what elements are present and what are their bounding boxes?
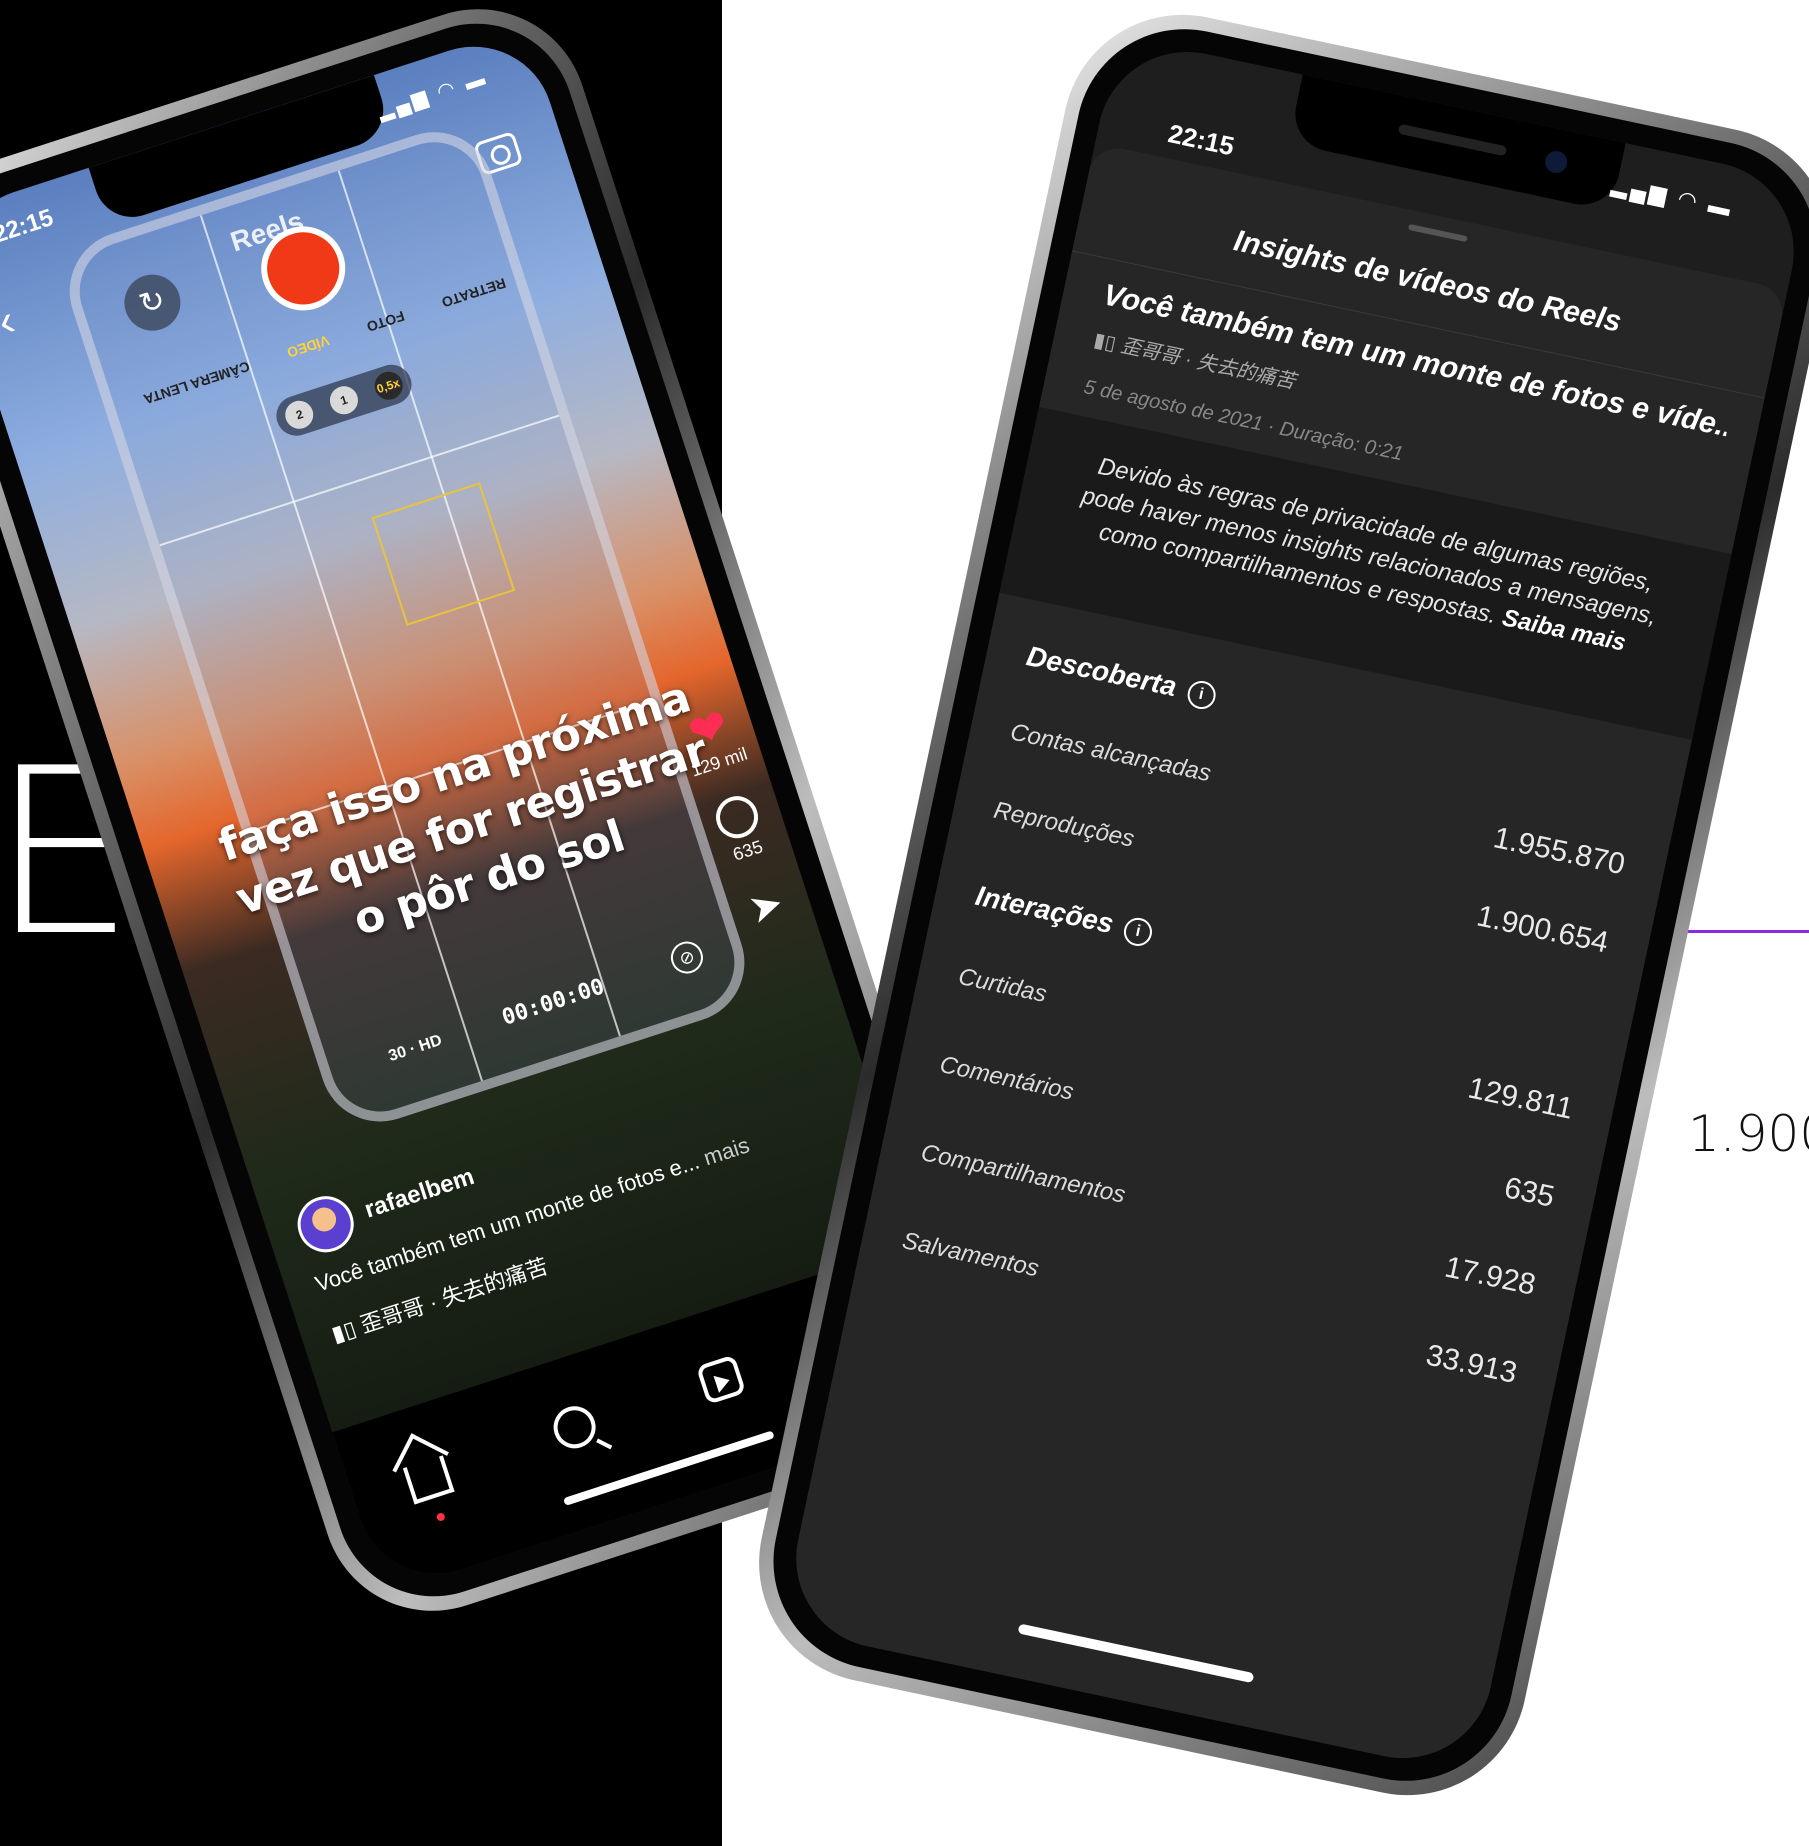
nav-search[interactable] — [537, 1390, 613, 1466]
author-name[interactable]: rafaelbem — [361, 1163, 477, 1225]
avatar[interactable] — [290, 1188, 361, 1260]
mute-icon: ⊘ — [666, 937, 708, 978]
zoom-option-active: 0,5x — [370, 368, 406, 404]
reels-icon — [696, 1354, 747, 1405]
info-icon[interactable]: i — [1184, 677, 1218, 712]
grid-line — [159, 414, 560, 547]
mode-label: RETRATO — [439, 275, 508, 311]
section-discovery: Descoberta i — [1023, 640, 1219, 712]
metric-label: Compartilhamentos — [918, 1139, 1128, 1209]
zoom-option: 2 — [281, 397, 318, 433]
record-icon — [250, 215, 357, 322]
highlight-number: 1.900 — [1688, 1105, 1809, 1163]
metric-value: 1.955.870 — [1490, 821, 1628, 882]
nav-home[interactable] — [390, 1437, 466, 1522]
metric-label: Comentários — [937, 1050, 1077, 1106]
metric-label: Reproduções — [991, 796, 1137, 853]
metric-label: Salvamentos — [899, 1227, 1042, 1283]
status-time: 22:15 — [1165, 118, 1237, 162]
mode-label: FOTO — [364, 307, 407, 336]
info-icon[interactable]: i — [1121, 914, 1155, 949]
nav-reels[interactable] — [683, 1342, 759, 1418]
search-icon — [547, 1400, 601, 1454]
metric-value: 33.913 — [1423, 1338, 1520, 1390]
section-title: Descoberta — [1023, 640, 1180, 703]
section-title: Interações — [972, 879, 1117, 940]
metric-row: Contas alcançadas 1.955.870 — [1007, 718, 1628, 882]
status-time: 22:15 — [0, 204, 57, 249]
metric-row: Reproduções 1.900.654 — [990, 797, 1611, 961]
zoom-selector: 2 1 0,5x — [271, 359, 417, 441]
section-interactions: Interações i — [973, 880, 1156, 949]
metric-label: Curtidas — [956, 962, 1050, 1008]
sheet-grabber[interactable] — [1407, 223, 1468, 243]
share-icon[interactable]: ➤ — [726, 875, 806, 938]
home-icon — [403, 1455, 455, 1505]
status-icons: ▂▄▆ ◠ ▬ — [1609, 171, 1736, 222]
flip-camera-icon: ↻ — [117, 267, 188, 338]
metric-value: 129.811 — [1465, 1071, 1576, 1126]
recording-timer: 00:00:00 — [499, 974, 608, 1031]
metric-value: 17.928 — [1441, 1250, 1539, 1302]
status-icons: ▂▄▆ ◠ ▬ — [374, 66, 491, 124]
notice-text: Devido às regras de privacidade de algum… — [1079, 452, 1660, 631]
zoom-option: 1 — [326, 382, 362, 418]
notification-dot — [435, 1511, 447, 1522]
caption-more-link[interactable]: mais — [700, 1132, 752, 1170]
recording-resolution: 30 · HD — [386, 1031, 445, 1066]
metric-label: Contas alcançadas — [1008, 718, 1214, 788]
mode-label: CÂMERA LENTA — [141, 358, 252, 408]
metric-value: 635 — [1501, 1171, 1558, 1214]
mode-label-active: VÍDEO — [285, 332, 332, 362]
focus-frame — [371, 482, 516, 626]
comment-icon[interactable] — [710, 790, 764, 844]
metric-value: 1.900.654 — [1473, 899, 1612, 960]
comments-count: 635 — [730, 836, 766, 865]
